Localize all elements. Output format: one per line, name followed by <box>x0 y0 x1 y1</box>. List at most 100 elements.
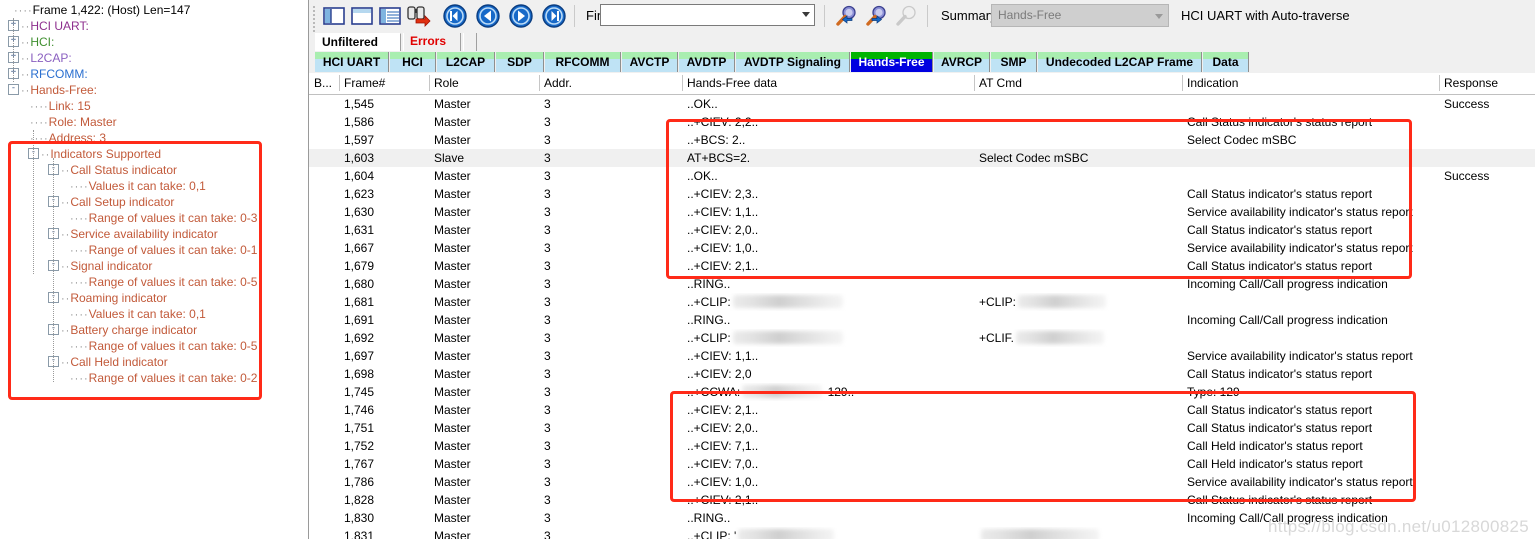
tree-item-call-setup-indicator[interactable]: - ··Call Setup indicator <box>0 194 308 210</box>
tree-item-rfcomm[interactable]: + ··RFCOMM: <box>0 66 308 82</box>
protocol-tab-undecoded-l2cap-frame[interactable]: Undecoded L2CAP Frame <box>1038 52 1202 72</box>
tree-item-values-it-can-take-0-1[interactable]: ····Values it can take: 0,1 <box>0 178 308 194</box>
protocol-tab-hci-uart[interactable]: HCI UART <box>315 52 389 72</box>
chevron-down-icon[interactable] <box>1155 14 1163 19</box>
protocol-tab-avdtp-signaling[interactable]: AVDTP Signaling <box>736 52 850 72</box>
table-row[interactable]: 1,786 Master 3 ..+CIEV: 1,0.. Service availa… <box>309 473 1535 491</box>
table-row[interactable]: 1,691 Master 3 ..RING.. Incoming Call/Call p… <box>309 311 1535 329</box>
tree-item-label: Range of values it can take: 0-2 <box>88 371 258 385</box>
table-row[interactable]: 1,692 Master 3 ..+CLIP: +CLIF. <box>309 329 1535 347</box>
table-row[interactable]: 1,752 Master 3 ..+CIEV: 7,1.. Call Held indi… <box>309 437 1535 455</box>
table-row[interactable]: 1,667 Master 3 ..+CIEV: 1,0.. Service availa… <box>309 239 1535 257</box>
table-row[interactable]: 1,604 Master 3 ..OK.. Success <box>309 167 1535 185</box>
table-row[interactable]: 1,630 Master 3 ..+CIEV: 1,1.. Service availa… <box>309 203 1535 221</box>
column-divider[interactable] <box>539 75 540 91</box>
chevron-down-icon[interactable] <box>802 12 810 17</box>
frame-table[interactable]: B... Frame# Role Addr. Hands-Free data AT Cmd… <box>309 73 1535 539</box>
tree-item-battery-charge-indicator[interactable]: - ··Battery charge indicator <box>0 322 308 338</box>
summary-select[interactable]: Hands-Free <box>991 4 1169 27</box>
column-header-response[interactable]: Response <box>1439 73 1535 93</box>
split-horizontal-button[interactable] <box>377 3 403 29</box>
column-divider[interactable] <box>682 75 683 91</box>
table-row[interactable]: 1,586 Master 3 ..+CIEV: 2,2.. Call Status in… <box>309 113 1535 131</box>
column-header-frame[interactable]: Frame# <box>339 73 429 93</box>
protocol-tab-smp[interactable]: SMP <box>991 52 1037 72</box>
table-row[interactable]: 1,681 Master 3 ..+CLIP: +CLIP: <box>309 293 1535 311</box>
column-divider[interactable] <box>429 75 430 91</box>
column-divider[interactable] <box>1439 75 1440 91</box>
find-input[interactable] <box>600 4 815 26</box>
protocol-tab-avctp[interactable]: AVCTP <box>622 52 678 72</box>
tree-item-roaming-indicator[interactable]: - ··Roaming indicator <box>0 290 308 306</box>
table-row[interactable]: 1,745 Master 3 ..+CCWA: 129.. Type: 129 <box>309 383 1535 401</box>
toolbar-separator-2 <box>824 5 825 27</box>
tree-item-hci-uart[interactable]: + ··HCI UART: <box>0 18 308 34</box>
table-row[interactable]: 1,828 Master 3 ..+CIEV: 2,1.. Call Status in… <box>309 491 1535 509</box>
tree-item-indicators-supported[interactable]: - ··Indicators Supported <box>0 146 308 162</box>
table-row[interactable]: 1,697 Master 3 ..+CIEV: 1,1.. Service availa… <box>309 347 1535 365</box>
protocol-tree-pane[interactable]: ····Frame 1,422: (Host) Len=147 + ··HCI U… <box>0 0 309 539</box>
table-row[interactable]: 1,545 Master 3 ..OK.. Success <box>309 95 1535 113</box>
tree-item-call-held-indicator[interactable]: - ··Call Held indicator <box>0 354 308 370</box>
tree-item-range-of-values-it-can-take-0-1[interactable]: ····Range of values it can take: 0-1 <box>0 242 308 258</box>
tree-item-role-master[interactable]: ····Role: Master <box>0 114 308 130</box>
tree-item-range-of-values-it-can-take-0-2[interactable]: ····Range of values it can take: 0-2 <box>0 370 308 386</box>
tree-item-link-15[interactable]: ····Link: 15 <box>0 98 308 114</box>
protocol-tab-rfcomm[interactable]: RFCOMM <box>545 52 621 72</box>
split-vertical-button[interactable] <box>321 3 347 29</box>
column-divider[interactable] <box>1182 75 1183 91</box>
protocol-tab-hci[interactable]: HCI <box>390 52 436 72</box>
table-row[interactable]: 1,680 Master 3 ..RING.. Incoming Call/Call p… <box>309 275 1535 293</box>
column-header-b[interactable]: B... <box>309 73 339 93</box>
tree-item-hci[interactable]: + ··HCI: <box>0 34 308 50</box>
column-header-indication[interactable]: Indication <box>1182 73 1439 93</box>
tree-expander-minus-icon[interactable]: - <box>8 84 19 96</box>
tree-item-call-status-indicator[interactable]: - ··Call Status indicator <box>0 162 308 178</box>
tree-item-l2cap[interactable]: + ··L2CAP: <box>0 50 308 66</box>
cell-indication: Service availability indicator's status … <box>1187 241 1413 255</box>
filter-tab-errors[interactable]: Errors <box>403 33 461 51</box>
protocol-tab-avrcp[interactable]: AVRCP <box>934 52 990 72</box>
table-row[interactable]: 1,698 Master 3 ..+CIEV: 2,0 Call Status indi… <box>309 365 1535 383</box>
go-first-button[interactable] <box>442 3 468 29</box>
column-header-atcmd[interactable]: AT Cmd <box>974 73 1182 93</box>
filter-tab-unfiltered[interactable]: Unfiltered <box>315 33 401 51</box>
table-row[interactable]: 1,830 Master 3 ..RING.. Incoming Call/Call p… <box>309 509 1535 527</box>
tree-item-values-it-can-take-0-1[interactable]: ····Values it can take: 0,1 <box>0 306 308 322</box>
protocol-tab-avdtp[interactable]: AVDTP <box>679 52 735 72</box>
column-header-data[interactable]: Hands-Free data <box>682 73 974 93</box>
tree-item-range-of-values-it-can-take-0-3[interactable]: ····Range of values it can take: 0-3 <box>0 210 308 226</box>
column-divider[interactable] <box>974 75 975 91</box>
find-binoculars-button[interactable] <box>405 3 431 29</box>
protocol-tab-hands-free[interactable]: Hands-Free <box>851 52 933 72</box>
tree-item-signal-indicator[interactable]: - ··Signal indicator <box>0 258 308 274</box>
protocol-tab-data[interactable]: Data <box>1203 52 1249 72</box>
table-row[interactable]: 1,623 Master 3 ..+CIEV: 2,3.. Call Status in… <box>309 185 1535 203</box>
table-row[interactable]: 1,603 Slave 3 AT+BCS=2. Select Codec mSBC <box>309 149 1535 167</box>
go-next-button[interactable] <box>508 3 534 29</box>
table-row[interactable]: 1,751 Master 3 ..+CIEV: 2,0.. Call Status in… <box>309 419 1535 437</box>
go-previous-button[interactable] <box>475 3 501 29</box>
table-row[interactable]: 1,679 Master 3 ..+CIEV: 2,1.. Call Status in… <box>309 257 1535 275</box>
protocol-tab-l2cap[interactable]: L2CAP <box>437 52 495 72</box>
table-row[interactable]: 1,746 Master 3 ..+CIEV: 2,1.. Call Status in… <box>309 401 1535 419</box>
tree-root-node[interactable]: ····Frame 1,422: (Host) Len=147 <box>0 2 308 18</box>
find-previous-button[interactable] <box>834 3 860 29</box>
tree-item-range-of-values-it-can-take-0-5[interactable]: ····Range of values it can take: 0-5 <box>0 338 308 354</box>
tree-item-range-of-values-it-can-take-0-5[interactable]: ····Range of values it can take: 0-5 <box>0 274 308 290</box>
column-header-role[interactable]: Role <box>429 73 539 93</box>
go-last-button[interactable] <box>541 3 567 29</box>
column-header-addr[interactable]: Addr. <box>539 73 682 93</box>
single-pane-button[interactable] <box>349 3 375 29</box>
column-divider[interactable] <box>339 75 340 91</box>
table-row[interactable]: 1,831 Master 3 ..+CLIP: ' <box>309 527 1535 539</box>
find-next-button[interactable] <box>864 3 890 29</box>
tree-item-address-3[interactable]: ····Address: 3 <box>0 130 308 146</box>
table-row[interactable]: 1,631 Master 3 ..+CIEV: 2,0.. Call Status in… <box>309 221 1535 239</box>
protocol-tab-sdp[interactable]: SDP <box>496 52 544 72</box>
tree-item-service-availability-indicator[interactable]: - ··Service availability indicator <box>0 226 308 242</box>
tree-item-hands-free[interactable]: - ··Hands-Free: <box>0 82 308 98</box>
table-row[interactable]: 1,767 Master 3 ..+CIEV: 7,0.. Call Held indi… <box>309 455 1535 473</box>
table-row[interactable]: 1,597 Master 3 ..+BCS: 2.. Select Codec mSBC <box>309 131 1535 149</box>
toolbar-grip[interactable] <box>312 4 316 32</box>
